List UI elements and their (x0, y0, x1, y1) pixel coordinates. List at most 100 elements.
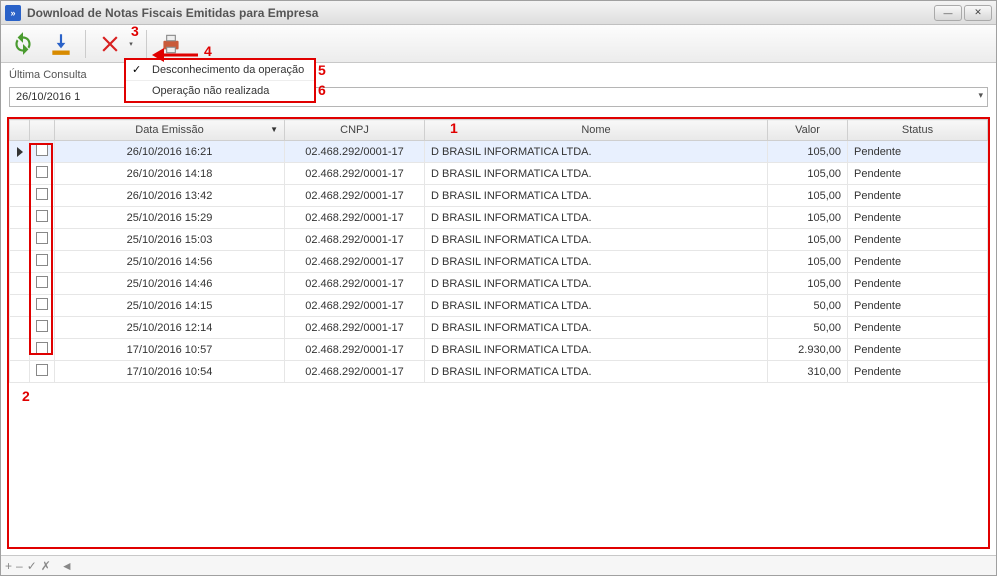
row-checkbox-cell[interactable] (30, 229, 55, 251)
window-title: Download de Notas Fiscais Emitidas para … (27, 6, 934, 20)
cell-data: 17/10/2016 10:57 (55, 339, 285, 361)
cell-nome: D BRASIL INFORMATICA LTDA. (425, 229, 768, 251)
checkbox[interactable] (36, 144, 48, 156)
col-nome[interactable]: Nome (425, 120, 768, 141)
cell-data: 25/10/2016 15:29 (55, 207, 285, 229)
table-row[interactable]: 26/10/2016 16:2102.468.292/0001-17D BRAS… (10, 141, 988, 163)
cell-data: 26/10/2016 13:42 (55, 185, 285, 207)
cell-status: Pendente (848, 141, 988, 163)
checkbox[interactable] (36, 276, 48, 288)
table-row[interactable]: 26/10/2016 14:1802.468.292/0001-17D BRAS… (10, 163, 988, 185)
cell-valor: 105,00 (768, 163, 848, 185)
cell-cnpj: 02.468.292/0001-17 (285, 163, 425, 185)
row-marker-icon (17, 147, 23, 157)
row-marker-cell (10, 295, 30, 317)
table-row[interactable]: 25/10/2016 14:1502.468.292/0001-17D BRAS… (10, 295, 988, 317)
cell-valor: 105,00 (768, 141, 848, 163)
row-checkbox-cell[interactable] (30, 361, 55, 383)
checkbox[interactable] (36, 232, 48, 244)
cell-valor: 105,00 (768, 273, 848, 295)
toolbar-separator-2 (146, 30, 147, 58)
checkbox[interactable] (36, 188, 48, 200)
row-checkbox-cell[interactable] (30, 295, 55, 317)
row-checkbox-cell[interactable] (30, 273, 55, 295)
checkbox[interactable] (36, 342, 48, 354)
window-controls: — ✕ (934, 5, 992, 21)
row-marker-cell (10, 207, 30, 229)
footer-add[interactable]: + (5, 559, 12, 573)
cell-nome: D BRASIL INFORMATICA LTDA. (425, 339, 768, 361)
cell-data: 25/10/2016 14:15 (55, 295, 285, 317)
annotation-6: 6 (318, 82, 326, 98)
footer-remove[interactable]: – (16, 559, 23, 573)
annotation-4: 4 (204, 43, 212, 59)
download-button[interactable] (45, 28, 77, 60)
row-marker-cell (10, 361, 30, 383)
checkbox[interactable] (36, 364, 48, 376)
table-row[interactable]: 25/10/2016 15:2902.468.292/0001-17D BRAS… (10, 207, 988, 229)
col-status[interactable]: Status (848, 120, 988, 141)
cell-cnpj: 02.468.292/0001-17 (285, 317, 425, 339)
row-checkbox-cell[interactable] (30, 163, 55, 185)
row-checkbox-cell[interactable] (30, 339, 55, 361)
cell-valor: 50,00 (768, 317, 848, 339)
checkbox[interactable] (36, 166, 48, 178)
cell-data: 25/10/2016 12:14 (55, 317, 285, 339)
cell-data: 25/10/2016 15:03 (55, 229, 285, 251)
refresh-button[interactable] (7, 28, 39, 60)
cell-status: Pendente (848, 207, 988, 229)
row-checkbox-cell[interactable] (30, 317, 55, 339)
col-checkbox[interactable] (30, 120, 55, 141)
col-valor[interactable]: Valor (768, 120, 848, 141)
col-data-emissao[interactable]: Data Emissão ▼ (55, 120, 285, 141)
footer-cancel[interactable]: ✗ (41, 559, 51, 573)
cell-cnpj: 02.468.292/0001-17 (285, 141, 425, 163)
table-row[interactable]: 17/10/2016 10:5702.468.292/0001-17D BRAS… (10, 339, 988, 361)
col-data-label: Data Emissão (135, 124, 203, 136)
cell-status: Pendente (848, 339, 988, 361)
row-checkbox-cell[interactable] (30, 185, 55, 207)
table-row[interactable]: 25/10/2016 15:0302.468.292/0001-17D BRAS… (10, 229, 988, 251)
close-button[interactable]: ✕ (964, 5, 992, 21)
cell-data: 26/10/2016 16:21 (55, 141, 285, 163)
row-checkbox-cell[interactable] (30, 251, 55, 273)
table-row[interactable]: 17/10/2016 10:5402.468.292/0001-17D BRAS… (10, 361, 988, 383)
table-row[interactable]: 25/10/2016 12:1402.468.292/0001-17D BRAS… (10, 317, 988, 339)
cell-valor: 50,00 (768, 295, 848, 317)
cell-status: Pendente (848, 317, 988, 339)
table-row[interactable]: 25/10/2016 14:4602.468.292/0001-17D BRAS… (10, 273, 988, 295)
cell-valor: 105,00 (768, 185, 848, 207)
minimize-button[interactable]: — (934, 5, 962, 21)
table-row[interactable]: 26/10/2016 13:4202.468.292/0001-17D BRAS… (10, 185, 988, 207)
menu-item-nao-realizada[interactable]: Operação não realizada (126, 81, 314, 101)
checkbox[interactable] (36, 298, 48, 310)
cell-valor: 310,00 (768, 361, 848, 383)
cell-cnpj: 02.468.292/0001-17 (285, 207, 425, 229)
row-marker-cell (10, 141, 30, 163)
table-row[interactable]: 25/10/2016 14:5602.468.292/0001-17D BRAS… (10, 251, 988, 273)
row-marker-cell (10, 273, 30, 295)
row-marker-cell (10, 317, 30, 339)
download-icon (48, 31, 74, 57)
cell-status: Pendente (848, 163, 988, 185)
cell-cnpj: 02.468.292/0001-17 (285, 185, 425, 207)
footer-scroll-left[interactable]: ◄ (61, 559, 73, 573)
annotation-arrow (150, 44, 200, 66)
cell-nome: D BRASIL INFORMATICA LTDA. (425, 361, 768, 383)
cell-nome: D BRASIL INFORMATICA LTDA. (425, 273, 768, 295)
cell-nome: D BRASIL INFORMATICA LTDA. (425, 295, 768, 317)
checkbox[interactable] (36, 210, 48, 222)
cell-cnpj: 02.468.292/0001-17 (285, 295, 425, 317)
reject-icon (97, 31, 123, 57)
checkbox[interactable] (36, 254, 48, 266)
footer-confirm[interactable]: ✓ (27, 559, 37, 573)
annotation-1: 1 (450, 120, 458, 136)
checkbox[interactable] (36, 320, 48, 332)
row-checkbox-cell[interactable] (30, 141, 55, 163)
cell-data: 17/10/2016 10:54 (55, 361, 285, 383)
col-cnpj[interactable]: CNPJ (285, 120, 425, 141)
reject-button[interactable]: ▾ (94, 28, 126, 60)
row-checkbox-cell[interactable] (30, 207, 55, 229)
check-icon: ✓ (132, 63, 141, 76)
consulta-label: Última Consulta (9, 69, 87, 81)
